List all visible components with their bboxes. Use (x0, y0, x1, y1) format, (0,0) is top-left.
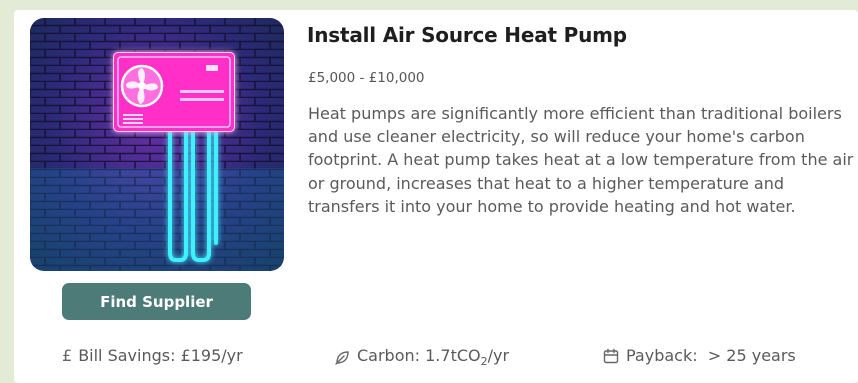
card-description: Heat pumps are significantly more effici… (308, 104, 854, 216)
recommendation-card: Install Air Source Heat Pump £5,000 - £1… (14, 10, 858, 383)
calendar-icon (602, 347, 620, 365)
card-title: Install Air Source Heat Pump (307, 23, 627, 47)
price-range: £5,000 - £10,000 (308, 70, 425, 86)
heat-pump-image (30, 18, 284, 271)
leaf-icon (334, 349, 351, 366)
heat-pump-illustration (30, 18, 284, 271)
payback-stat: Payback: > 25 years (602, 346, 796, 365)
carbon-stat: Carbon: 1.7tCO2/yr (334, 346, 509, 368)
carbon-label: Carbon: 1.7tCO2/yr (357, 346, 509, 368)
bill-savings-stat: £ Bill Savings: £195/yr (62, 346, 243, 365)
carbon-label-subscript: 2 (480, 355, 488, 369)
pound-icon: £ (62, 346, 73, 365)
bill-savings-label: Bill Savings: £195/yr (78, 346, 243, 365)
find-supplier-button[interactable]: Find Supplier (62, 283, 251, 320)
payback-label: Payback: > 25 years (626, 346, 796, 365)
carbon-label-suffix: /yr (487, 346, 510, 365)
carbon-label-prefix: Carbon: 1.7tCO (357, 346, 481, 365)
